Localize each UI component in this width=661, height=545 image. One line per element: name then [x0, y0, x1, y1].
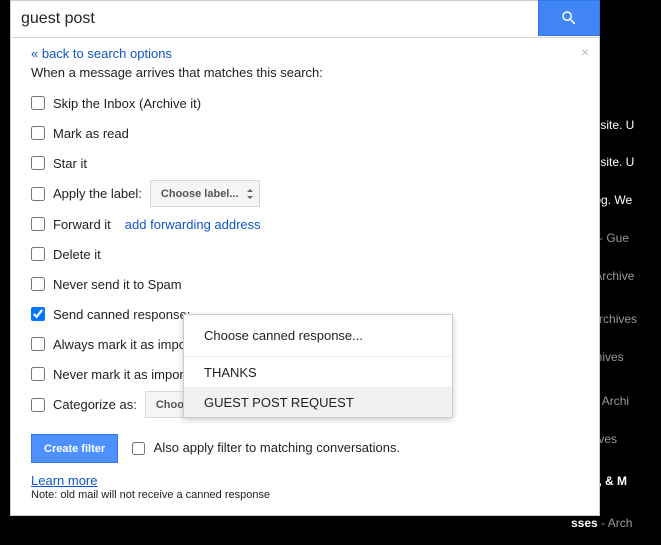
search-button[interactable]: [538, 0, 600, 36]
canned-checkbox[interactable]: [31, 307, 45, 321]
delete-checkbox[interactable]: [31, 247, 45, 261]
filter-body: × « back to search options When a messag…: [11, 38, 599, 515]
create-filter-button[interactable]: Create filter: [31, 434, 118, 463]
option-skip-inbox: Skip the Inbox (Archive it): [31, 88, 579, 118]
skip-inbox-checkbox[interactable]: [31, 96, 45, 110]
delete-label[interactable]: Delete it: [53, 247, 101, 262]
forward-checkbox[interactable]: [31, 217, 45, 231]
apply-label-checkbox[interactable]: [31, 187, 45, 201]
always-important-checkbox[interactable]: [31, 337, 45, 351]
search-input[interactable]: [11, 1, 538, 37]
categorize-checkbox[interactable]: [31, 398, 45, 412]
canned-option-guest-post[interactable]: GUEST POST REQUEST: [184, 387, 452, 417]
intro-text: When a message arrives that matches this…: [31, 65, 579, 80]
note-text: Note: old mail will not receive a canned…: [31, 489, 579, 501]
close-icon[interactable]: ×: [581, 44, 589, 60]
label-selector[interactable]: Choose label...: [150, 180, 260, 207]
option-mark-read: Mark as read: [31, 118, 579, 148]
also-apply-wrapper: Also apply filter to matching conversati…: [132, 440, 400, 455]
bg-snippet: sses - Arch: [571, 516, 632, 530]
option-apply-label: Apply the label: Choose label...: [31, 178, 579, 209]
never-spam-checkbox[interactable]: [31, 277, 45, 291]
search-icon: [560, 9, 578, 27]
mark-read-checkbox[interactable]: [31, 126, 45, 140]
mark-read-label[interactable]: Mark as read: [53, 126, 129, 141]
canned-placeholder[interactable]: Choose canned response...: [184, 315, 452, 357]
forward-label[interactable]: Forward it: [53, 217, 111, 232]
skip-inbox-label[interactable]: Skip the Inbox (Archive it): [53, 96, 201, 111]
also-apply-checkbox[interactable]: [132, 442, 145, 455]
search-row: [11, 1, 599, 38]
canned-response-dropdown: Choose canned response... THANKS GUEST P…: [183, 314, 453, 418]
never-important-checkbox[interactable]: [31, 367, 45, 381]
add-forwarding-link[interactable]: add forwarding address: [125, 217, 261, 232]
footer: Create filter Also apply filter to match…: [31, 434, 579, 501]
option-star: Star it: [31, 148, 579, 178]
also-apply-label[interactable]: Also apply filter to matching conversati…: [154, 440, 400, 455]
apply-label-label[interactable]: Apply the label:: [53, 186, 142, 201]
never-spam-label[interactable]: Never send it to Spam: [53, 277, 182, 292]
categorize-label[interactable]: Categorize as:: [53, 397, 137, 412]
option-forward: Forward it add forwarding address: [31, 209, 579, 239]
star-label[interactable]: Star it: [53, 156, 87, 171]
learn-more-link[interactable]: Learn more: [31, 473, 97, 488]
canned-option-thanks[interactable]: THANKS: [184, 357, 452, 387]
option-delete: Delete it: [31, 239, 579, 269]
filter-panel: × « back to search options When a messag…: [10, 0, 600, 516]
star-checkbox[interactable]: [31, 156, 45, 170]
back-to-search-link[interactable]: « back to search options: [31, 46, 172, 61]
option-never-spam: Never send it to Spam: [31, 269, 579, 299]
canned-label[interactable]: Send canned response:: [53, 307, 190, 322]
